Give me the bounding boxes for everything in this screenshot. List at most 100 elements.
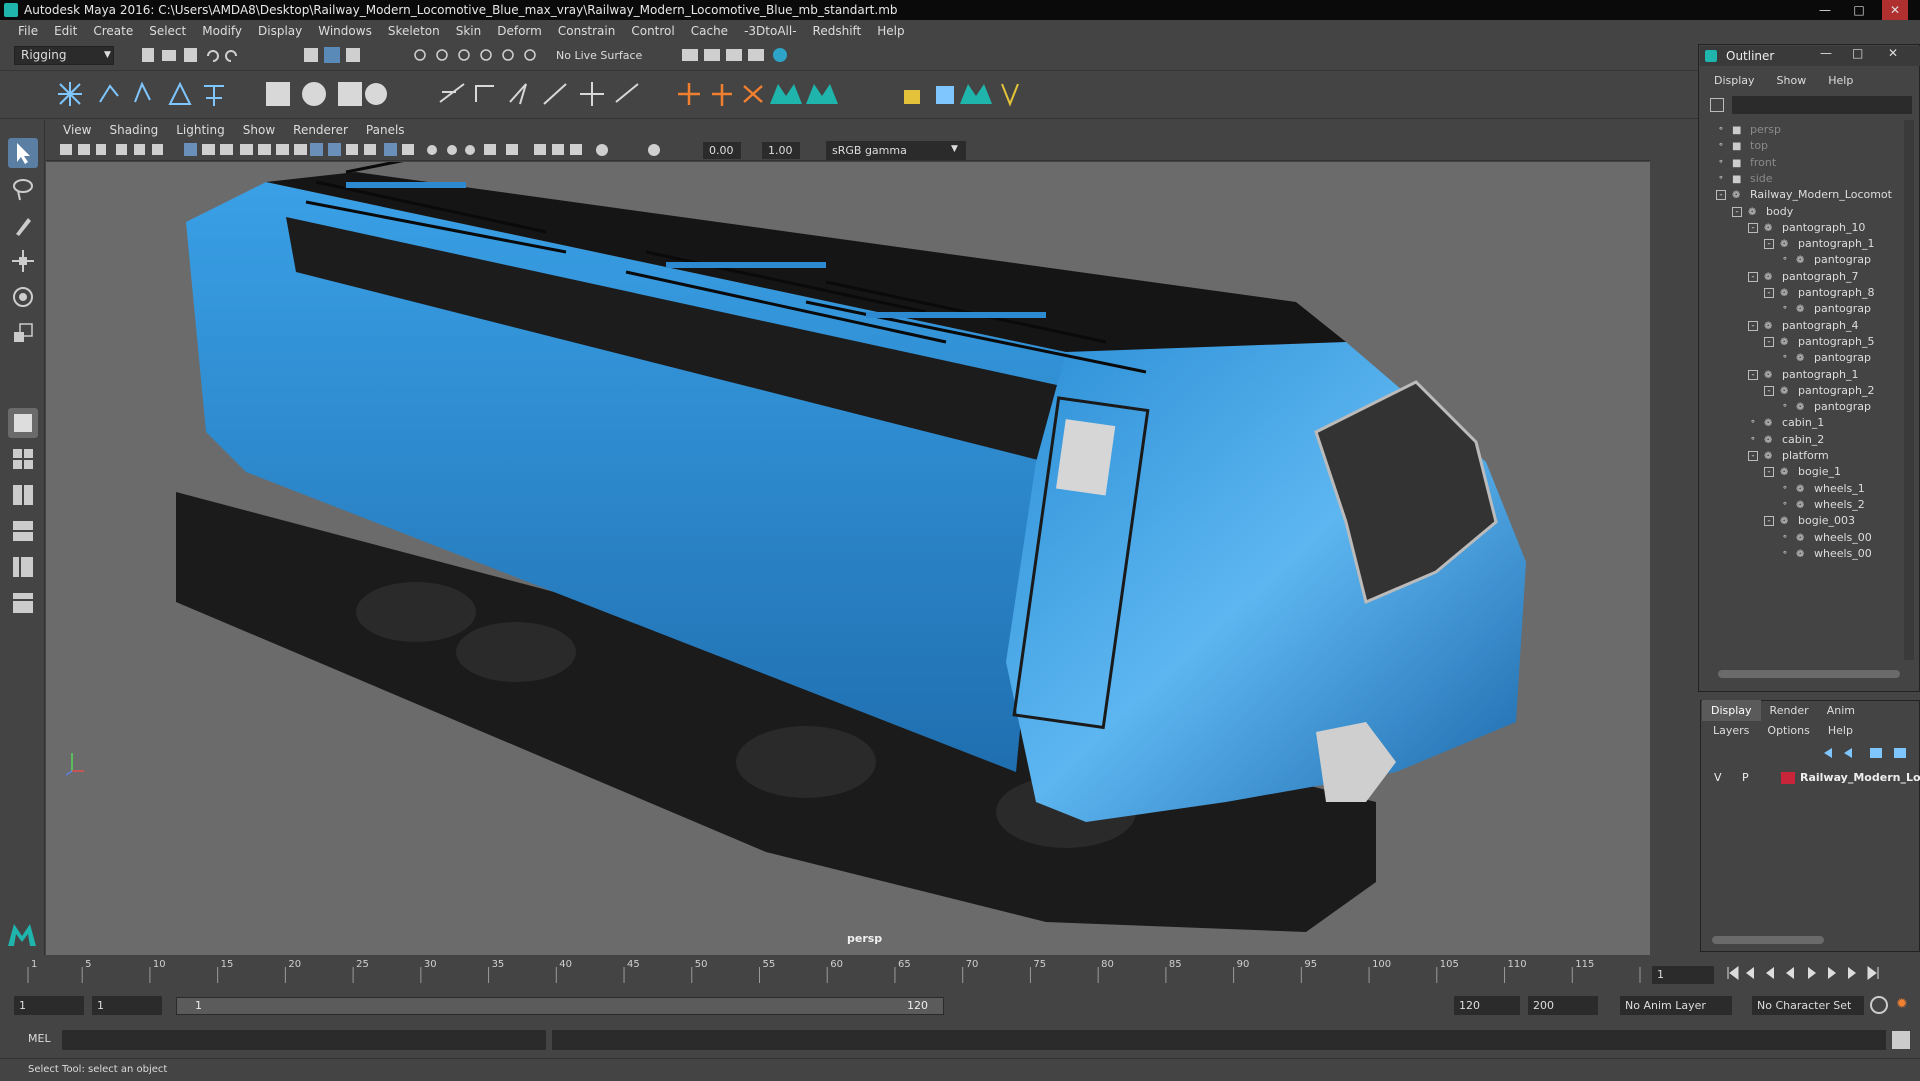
- paint-select-tool[interactable]: [8, 210, 38, 240]
- scale-tool[interactable]: [8, 318, 38, 348]
- maya-home-icon[interactable]: [6, 920, 38, 948]
- maximize-icon[interactable]: □: [1852, 46, 1863, 60]
- menu-control[interactable]: Control: [623, 24, 682, 38]
- collapse-toggle-icon[interactable]: -: [1764, 288, 1774, 298]
- layer-visibility-toggle[interactable]: V: [1714, 768, 1722, 788]
- collapse-toggle-icon[interactable]: -: [1748, 271, 1758, 282]
- menu-file[interactable]: File: [10, 24, 46, 38]
- collapse-toggle-icon[interactable]: -: [1748, 320, 1758, 331]
- close-icon[interactable]: ✕: [1888, 46, 1898, 60]
- outliner-filter-icon[interactable]: [1710, 98, 1724, 112]
- menu-deform[interactable]: Deform: [489, 24, 550, 38]
- color-space-select[interactable]: sRGB gamma: [826, 141, 966, 160]
- menu-3dtoall[interactable]: -3DtoAll-: [736, 24, 804, 38]
- collapse-toggle-icon[interactable]: -: [1716, 190, 1726, 201]
- menu-set-select[interactable]: Rigging: [14, 46, 114, 65]
- collapse-toggle-icon[interactable]: -: [1748, 369, 1758, 380]
- collapse-toggle-icon[interactable]: -: [1748, 222, 1758, 233]
- collapse-toggle-icon[interactable]: -: [1764, 385, 1774, 396]
- persp-hypershade-layout[interactable]: [8, 588, 38, 618]
- script-editor-icon[interactable]: [1892, 1031, 1910, 1049]
- outliner-menu-display[interactable]: Display: [1700, 74, 1763, 90]
- panel-menu-show[interactable]: Show: [234, 123, 284, 137]
- current-time-field[interactable]: 1: [1652, 966, 1714, 984]
- menu-constrain[interactable]: Constrain: [550, 24, 624, 38]
- tree-branch-icon: ∘: [1782, 401, 1788, 412]
- command-input[interactable]: [62, 1030, 546, 1050]
- collapse-toggle-icon[interactable]: -: [1764, 239, 1774, 250]
- menu-skeleton[interactable]: Skeleton: [380, 24, 448, 38]
- collapse-toggle-icon[interactable]: -: [1764, 516, 1774, 527]
- move-tool[interactable]: [8, 246, 38, 276]
- layout-two-icon: [13, 485, 33, 505]
- menu-windows[interactable]: Windows: [310, 24, 380, 38]
- outliner-search-input[interactable]: [1732, 96, 1912, 114]
- panel-menu-view[interactable]: View: [54, 123, 100, 137]
- snap-point-icon: [458, 49, 470, 61]
- collapse-toggle-icon[interactable]: -: [1732, 206, 1742, 217]
- tab-render[interactable]: Render: [1761, 700, 1818, 721]
- rotate-tool[interactable]: [8, 282, 38, 312]
- panel-menu-lighting[interactable]: Lighting: [167, 123, 234, 137]
- playback-end-field[interactable]: 120: [1454, 996, 1520, 1015]
- single-perspective-layout[interactable]: [8, 408, 38, 438]
- layer-row[interactable]: V P Railway_Modern_Loco: [1704, 768, 1920, 788]
- layer-menu-layers[interactable]: Layers: [1702, 724, 1756, 740]
- minimize-icon[interactable]: —: [1812, 0, 1838, 20]
- tab-display[interactable]: Display: [1702, 700, 1761, 721]
- layer-h-scrollbar[interactable]: [1712, 936, 1824, 944]
- close-icon[interactable]: ✕: [1882, 0, 1908, 20]
- animation-end-field[interactable]: 200: [1528, 996, 1598, 1015]
- live-surface-field[interactable]: No Live Surface: [552, 47, 652, 65]
- four-view-layout[interactable]: [8, 444, 38, 474]
- perspective-viewport[interactable]: [46, 150, 1650, 955]
- outliner-scrollbar[interactable]: [1904, 120, 1914, 660]
- menu-modify[interactable]: Modify: [194, 24, 250, 38]
- outliner-item-label: side: [1750, 171, 1773, 185]
- menu-edit[interactable]: Edit: [46, 24, 85, 38]
- collapse-toggle-icon[interactable]: -: [1764, 467, 1774, 478]
- lasso-tool[interactable]: [8, 174, 38, 204]
- panel-menu-panels[interactable]: Panels: [357, 123, 414, 137]
- anim-layer-select[interactable]: No Anim Layer: [1620, 996, 1732, 1015]
- layer-color-swatch[interactable]: [1781, 772, 1795, 784]
- outliner-menu-show[interactable]: Show: [1763, 74, 1815, 90]
- menu-redshift[interactable]: Redshift: [805, 24, 870, 38]
- tab-anim[interactable]: Anim: [1818, 700, 1864, 721]
- menu-display[interactable]: Display: [250, 24, 310, 38]
- collapse-toggle-icon[interactable]: -: [1748, 451, 1758, 461]
- menu-skin[interactable]: Skin: [448, 24, 490, 38]
- two-pane-layout[interactable]: [8, 480, 38, 510]
- character-set-select[interactable]: No Character Set: [1752, 996, 1864, 1015]
- field-chart-icon: [258, 144, 271, 155]
- maximize-icon[interactable]: □: [1846, 0, 1872, 20]
- select-tool[interactable]: [8, 138, 38, 168]
- menu-create[interactable]: Create: [85, 24, 141, 38]
- preferences-icon[interactable]: ✹: [1896, 996, 1908, 1012]
- menu-help[interactable]: Help: [869, 24, 912, 38]
- panel-menu-shading[interactable]: Shading: [100, 123, 167, 137]
- layer-menu-options[interactable]: Options: [1756, 724, 1816, 740]
- paint-tool-icon: [904, 90, 920, 104]
- command-language-label[interactable]: MEL: [28, 1032, 51, 1045]
- collapse-toggle-icon[interactable]: -: [1764, 336, 1774, 347]
- outliner-menu-help[interactable]: Help: [1814, 74, 1861, 90]
- auto-key-icon[interactable]: [1870, 996, 1888, 1014]
- outliner-h-scrollbar[interactable]: [1718, 670, 1900, 678]
- menu-cache[interactable]: Cache: [683, 24, 736, 38]
- range-slider[interactable]: 1 120: [176, 997, 944, 1015]
- mirror-joint-icon: [204, 85, 224, 106]
- persp-outliner-layout[interactable]: [8, 516, 38, 546]
- outliner-tree-item[interactable]: ∘ ❁ wheels_00: [1780, 544, 1872, 564]
- menu-select[interactable]: Select: [141, 24, 194, 38]
- playback-start-field[interactable]: 1: [92, 996, 162, 1015]
- layer-menu-help[interactable]: Help: [1817, 724, 1860, 740]
- front-bogie: [736, 726, 876, 798]
- animation-start-field[interactable]: 1: [14, 996, 84, 1015]
- panel-menu-renderer[interactable]: Renderer: [284, 123, 357, 137]
- minimize-icon[interactable]: —: [1820, 46, 1832, 60]
- persp-graph-layout[interactable]: [8, 552, 38, 582]
- gamma-field[interactable]: 1.00: [762, 142, 800, 159]
- layer-playback-toggle[interactable]: P: [1742, 768, 1749, 788]
- exposure-field[interactable]: 0.00: [703, 142, 741, 159]
